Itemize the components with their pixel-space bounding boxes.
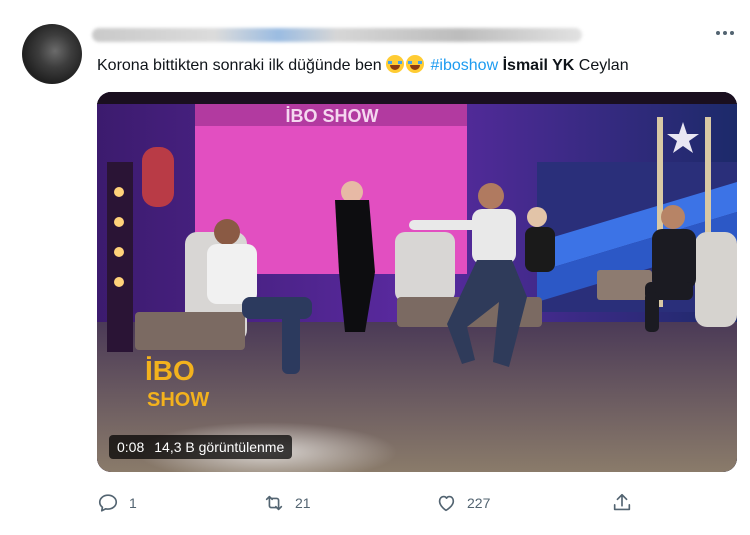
tweet-text-part: Korona bittikten sonraki ilk düğünde ben [97,57,387,74]
tweet-actions: 1 21 227 [97,491,737,515]
tweet-text: Korona bittikten sonraki ilk düğünde ben… [97,55,737,77]
retweet-count: 21 [295,495,311,511]
heart-icon [438,495,455,512]
logo-line2: SHOW [147,389,209,411]
share-button[interactable] [611,491,633,515]
speech-bubble-icon [98,494,118,512]
video-meta-overlay: 0:08 14,3 B görüntülenme [109,435,293,459]
tears-of-joy-emoji-icon [406,55,425,73]
share-upload-icon [613,493,631,511]
like-count: 227 [467,495,491,511]
tweet-card: Korona bittikten sonraki ilk düğünde ben… [0,0,750,535]
tweet-text-tail: Ceylan [574,57,629,74]
logo-line1: İBO [145,355,195,386]
avatar[interactable] [22,24,82,84]
hashtag-link[interactable]: #iboshow [431,57,499,74]
blurred-author-name [92,28,582,42]
reply-count: 1 [129,495,137,511]
retweet-button[interactable]: 21 [263,491,311,515]
reply-button[interactable]: 1 [97,491,137,515]
bold-text: İsmail YK [502,57,575,74]
video-frame: İBO SHOW İBO SHOW [97,92,737,472]
video-view-count: 14,3 B görüntülenme [154,439,285,455]
video-player[interactable]: İBO SHOW İBO SHOW 0:08 14,3 B görüntülen… [97,92,737,472]
like-button[interactable]: 227 [435,491,490,515]
backdrop-text: İBO SHOW [286,106,379,126]
more-options-icon[interactable] [714,26,736,40]
tears-of-joy-emoji-icon [386,55,405,73]
retweet-arrows-icon [265,495,283,511]
video-timestamp: 0:08 [117,439,145,455]
